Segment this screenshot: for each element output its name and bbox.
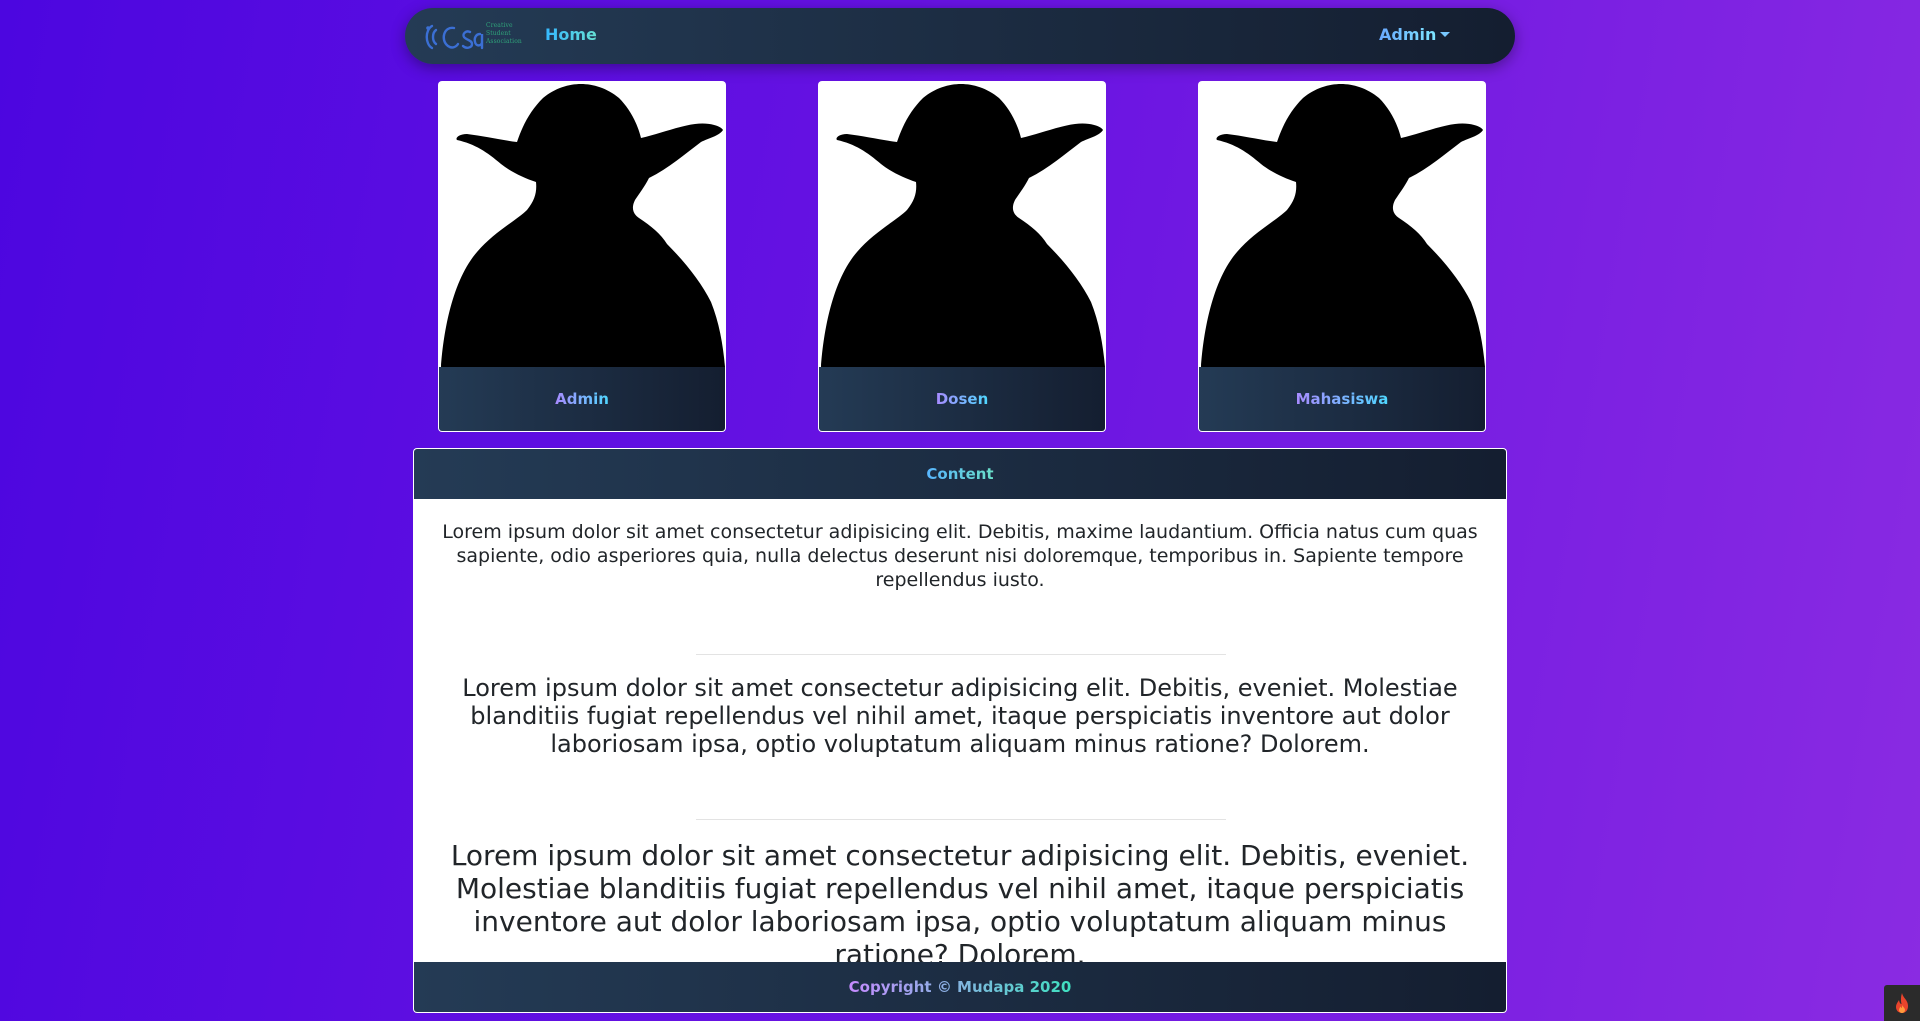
divider [696,819,1226,820]
yoda-silhouette-icon [1199,82,1485,367]
admin-dropdown[interactable]: Admin [1379,25,1451,44]
card-admin[interactable]: Admin [438,81,726,432]
brand-logo[interactable]: Creative Student Association [422,22,530,52]
nav-home-link[interactable]: Home [545,25,597,44]
yoda-silhouette-icon [439,82,725,367]
content-paragraph-medium: Lorem ipsum dolor sit amet consectetur a… [462,674,1458,758]
content-footer: Copyright © Mudapa 2020 [414,962,1506,1012]
yoda-silhouette-icon [819,82,1105,367]
csa-logo-icon [425,24,484,50]
card-label: Dosen [935,390,989,408]
divider [696,654,1226,655]
card-image [439,82,725,367]
card-footer: Mahasiswa [1199,367,1485,431]
corner-toolbar-toggle[interactable] [1884,985,1920,1021]
card-image [1199,82,1485,367]
card-mahasiswa[interactable]: Mahasiswa [1198,81,1486,432]
content-title: Content [926,465,994,483]
brand-tagline: Creative Student Association [486,22,522,45]
admin-dropdown-label: Admin [1379,25,1437,44]
content-paragraph-small: Lorem ipsum dolor sit amet consectetur a… [442,521,1478,591]
card-label: Mahasiswa [1295,390,1389,408]
card-label: Admin [555,390,609,408]
card-image [819,82,1105,367]
card-dosen[interactable]: Dosen [818,81,1106,432]
chevron-down-icon [1440,32,1451,37]
card-footer: Admin [439,367,725,431]
card-footer: Dosen [819,367,1105,431]
content-paragraph-large: Lorem ipsum dolor sit amet consectetur a… [450,839,1470,971]
content-panel: Content Lorem ipsum dolor sit amet conse… [413,448,1507,1013]
copyright-text: Copyright © Mudapa 2020 [848,978,1072,996]
top-navbar: Creative Student Association Home Admin [405,8,1515,64]
flame-icon [1896,993,1908,1013]
content-header: Content [414,449,1506,499]
